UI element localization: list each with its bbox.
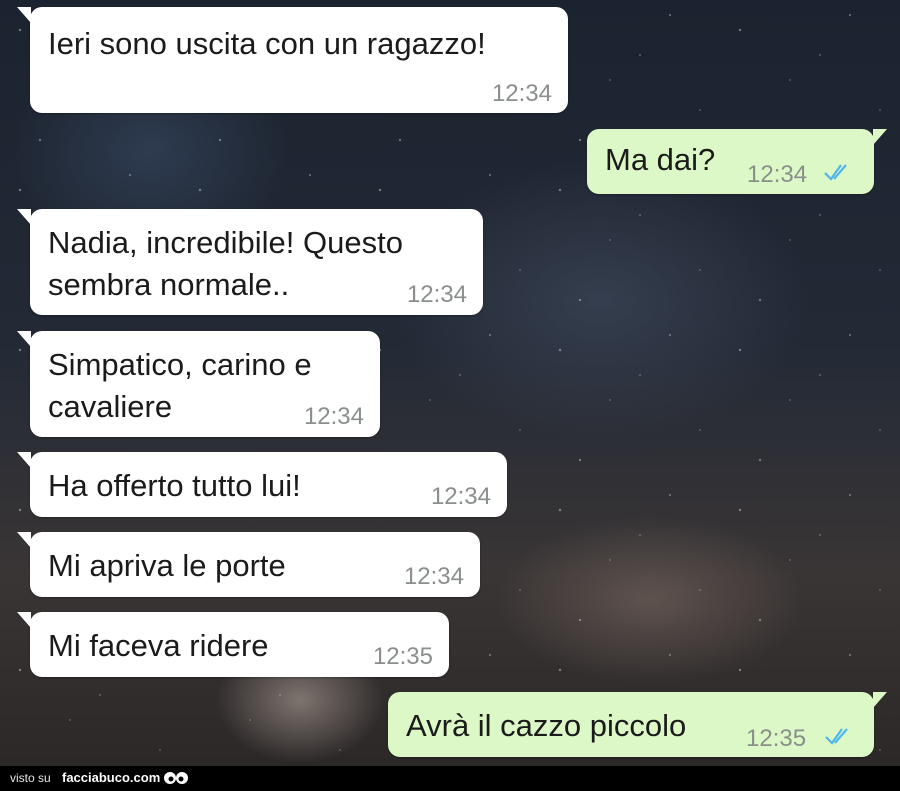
brand-link[interactable]: facciabuco.com	[62, 770, 160, 785]
message-bubble-incoming[interactable]: Simpatico, carino e cavaliere 12:34	[17, 331, 380, 437]
double-check-icon	[825, 728, 848, 745]
watermark-footer: visto su facciabuco.com	[0, 766, 900, 791]
bubble-tail	[17, 331, 31, 347]
message-bubble-outgoing[interactable]: Avrà il cazzo piccolo 12:35	[388, 692, 887, 757]
message-text-line: cavaliere	[48, 389, 173, 424]
message-text-line: sembra normale..	[48, 267, 290, 302]
bubble-tail	[873, 129, 887, 145]
visto-su-label: visto su	[10, 771, 51, 785]
message-time: 12:34	[430, 483, 491, 510]
message-bubble-incoming[interactable]: Mi apriva le porte 12:34	[17, 532, 480, 597]
message-text: Ma dai?	[605, 142, 716, 177]
message-text-line: Nadia, incredibile! Questo	[48, 225, 403, 260]
bubble-tail	[17, 209, 31, 225]
message-bubble-incoming[interactable]: Nadia, incredibile! Questo sembra normal…	[17, 209, 483, 315]
bubble-tail	[17, 7, 31, 23]
message-text-line: Simpatico, carino e	[48, 347, 312, 382]
message-time: 12:34	[491, 80, 552, 107]
message-time: 12:34	[403, 563, 464, 590]
message-text: Ieri sono uscita con un ragazzo!	[48, 26, 486, 61]
message-text: Mi faceva ridere	[48, 628, 269, 663]
message-text: Avrà il cazzo piccolo	[406, 708, 687, 743]
bubble-tail	[17, 532, 31, 548]
message-bubble-incoming[interactable]: Ieri sono uscita con un ragazzo! 12:34	[17, 7, 568, 113]
message-time: 12:34	[747, 161, 808, 188]
message-bubble-incoming[interactable]: Ha offerto tutto lui! 12:34	[17, 452, 507, 517]
bubble-tail	[17, 452, 31, 468]
chat-background: Ieri sono uscita con un ragazzo! 12:34 M…	[0, 0, 900, 766]
message-time: 12:34	[406, 281, 467, 308]
message-bubble-incoming[interactable]: Mi faceva ridere 12:35	[17, 612, 449, 677]
message-time: 12:35	[746, 725, 807, 752]
bubble-tail	[17, 612, 31, 628]
message-time: 12:35	[372, 643, 433, 670]
message-time: 12:34	[303, 403, 364, 430]
message-text: Mi apriva le porte	[48, 548, 286, 583]
message-text: Ha offerto tutto lui!	[48, 468, 301, 503]
bubble-tail	[873, 692, 887, 708]
double-check-icon	[824, 164, 847, 181]
eyes-icon	[164, 772, 188, 784]
message-bubble-outgoing[interactable]: Ma dai? 12:34	[587, 129, 887, 194]
